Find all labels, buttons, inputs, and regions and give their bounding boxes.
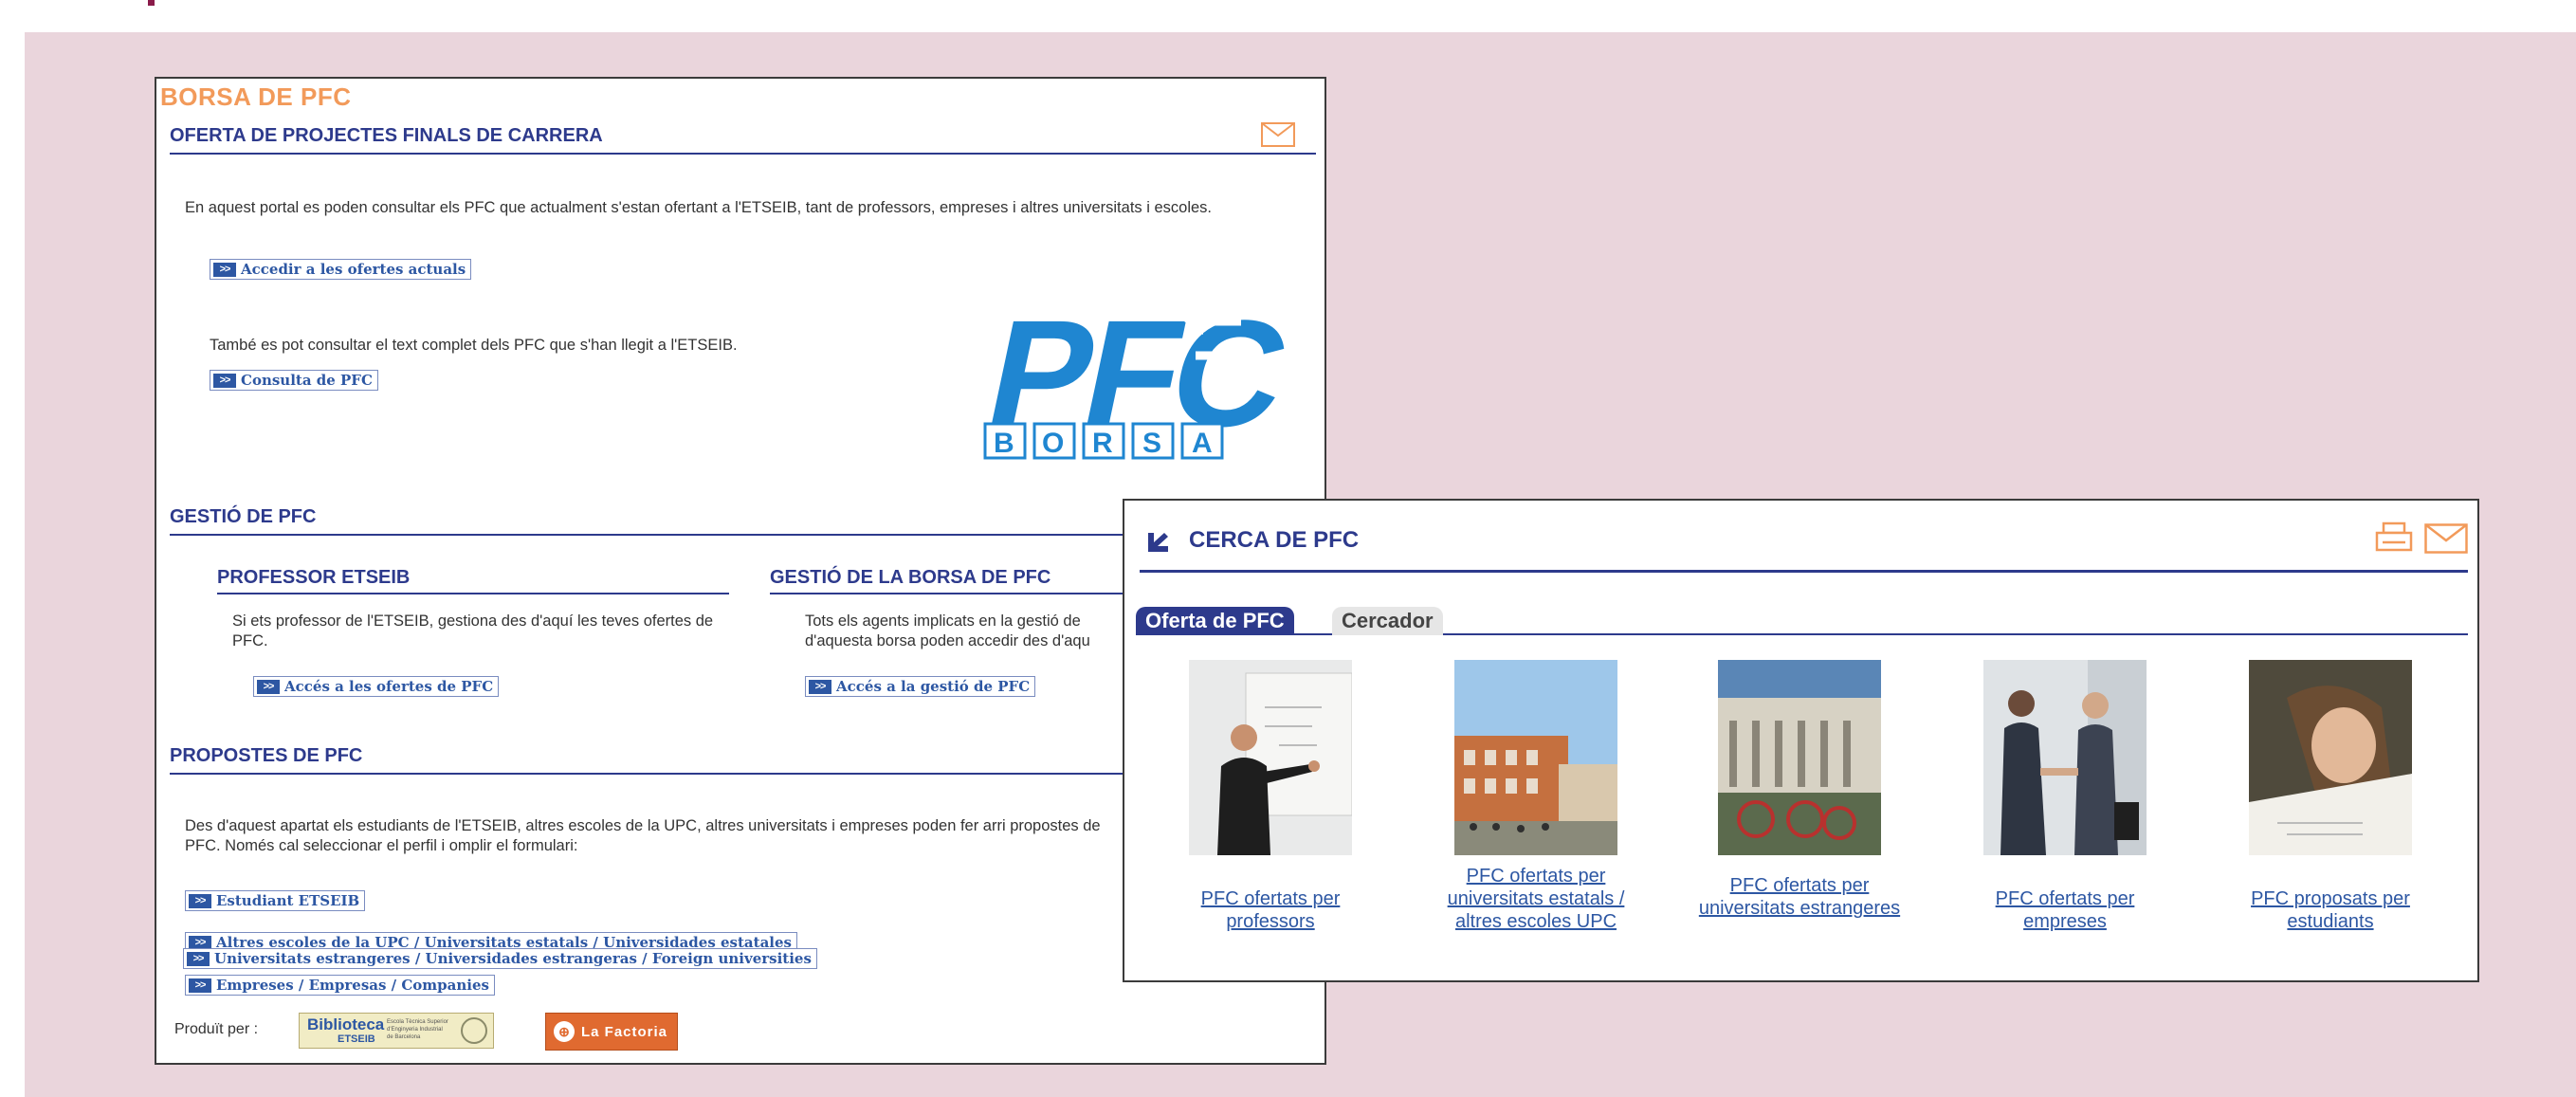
print-icon[interactable] bbox=[2375, 521, 2413, 554]
oferta-intro-text: En aquest portal es poden consultar els … bbox=[185, 199, 1213, 216]
double-arrow-icon: >> bbox=[809, 679, 831, 694]
subsection-header-gestio-borsa: GESTIÓ DE LA BORSA DE PFC bbox=[770, 564, 1130, 594]
professor-text: Si ets professor de l'ETSEIB, gestiona d… bbox=[232, 612, 714, 649]
page-brand-title: BORSA DE PFC bbox=[160, 82, 352, 111]
university-seal-icon bbox=[461, 1017, 487, 1044]
biblio-note: Escola Tècnica Superior d'Enginyeria Ind… bbox=[387, 1019, 448, 1040]
tab-oferta-pfc[interactable]: Oferta de PFC bbox=[1136, 607, 1294, 635]
double-arrow-icon: >> bbox=[189, 893, 211, 908]
double-arrow-icon: >> bbox=[213, 373, 236, 388]
produit-per-label: Produït per : bbox=[174, 1021, 259, 1037]
svg-text:R: R bbox=[1092, 428, 1113, 459]
card-caption[interactable]: PFC proposats per estudiants bbox=[2220, 887, 2440, 933]
card-caption[interactable]: PFC ofertats per empreses bbox=[1955, 887, 2175, 933]
la-factoria-logo[interactable]: ⊕ La Factoria bbox=[545, 1013, 678, 1051]
biblio-sub: ETSEIB bbox=[338, 1033, 375, 1045]
consulta-pfc-link[interactable]: >> Consulta de PFC bbox=[210, 370, 378, 391]
card-caption[interactable]: PFC ofertats per professors bbox=[1160, 887, 1380, 933]
link-label: Universitats estrangeres / Universidades… bbox=[214, 950, 812, 967]
double-arrow-icon: >> bbox=[187, 951, 210, 966]
professor-at-whiteboard-photo bbox=[1189, 660, 1352, 855]
double-arrow-icon: >> bbox=[189, 978, 211, 993]
cerca-header: CERCA DE PFC bbox=[1140, 506, 2468, 573]
mail-icon[interactable] bbox=[1261, 122, 1295, 147]
cerca-tabs: Oferta de PFC Cercador bbox=[1136, 601, 2468, 635]
link-label: Accedir a les ofertes actuals bbox=[241, 261, 466, 278]
link-label: Accés a les ofertes de PFC bbox=[284, 678, 494, 695]
cerca-pfc-panel: CERCA DE PFC Oferta de PFC Cercador PFC … bbox=[1123, 499, 2479, 982]
factoria-globe-icon: ⊕ bbox=[554, 1021, 575, 1042]
link-label: Estudiant ETSEIB bbox=[216, 892, 360, 909]
propostes-link-estrangeres[interactable]: >> Universitats estrangeres / Universida… bbox=[183, 948, 817, 969]
double-arrow-icon: >> bbox=[213, 262, 236, 277]
top-accent-mark bbox=[148, 0, 155, 6]
corner-arrow-icon bbox=[1145, 529, 1172, 554]
accedir-ofertes-link[interactable]: >> Accedir a les ofertes actuals bbox=[210, 259, 472, 280]
svg-text:A: A bbox=[1192, 428, 1213, 459]
factoria-name: La Factoria bbox=[581, 1023, 668, 1040]
subsection-header-professor: PROFESSOR ETSEIB bbox=[217, 564, 729, 594]
business-handshake-photo bbox=[1983, 660, 2147, 855]
card-caption[interactable]: PFC ofertats per universitats estrangere… bbox=[1690, 874, 1909, 920]
borsa-pfc-logo: PFC B O R S A bbox=[977, 290, 1299, 460]
mail-icon[interactable] bbox=[2424, 523, 2468, 554]
link-label: Accés a la gestió de PFC bbox=[836, 678, 1031, 695]
subsection-title-gestio-borsa: GESTIÓ DE LA BORSA DE PFC bbox=[770, 567, 1051, 588]
biblio-name: Biblioteca bbox=[307, 1015, 385, 1033]
section-title-gestio: GESTIÓ DE PFC bbox=[170, 506, 317, 527]
propostes-link-estudiant[interactable]: >> Estudiant ETSEIB bbox=[185, 890, 366, 911]
section-header-oferta: OFERTA DE PROJECTES FINALS DE CARRERA bbox=[170, 119, 1316, 155]
university-building-photo bbox=[1454, 660, 1617, 855]
double-arrow-icon: >> bbox=[257, 679, 280, 694]
student-studying-photo bbox=[2249, 660, 2412, 855]
svg-text:S: S bbox=[1142, 428, 1161, 459]
biblioteca-etseib-logo[interactable]: Biblioteca ETSEIB Escola Tècnica Superio… bbox=[299, 1013, 494, 1049]
subsection-title-professor: PROFESSOR ETSEIB bbox=[217, 567, 411, 588]
link-label: Consulta de PFC bbox=[241, 372, 373, 389]
svg-text:O: O bbox=[1042, 428, 1064, 459]
tab-cercador[interactable]: Cercador bbox=[1332, 607, 1443, 635]
link-label: Empreses / Empresas / Companies bbox=[216, 977, 489, 994]
consulta-text: També es pot consultar el text complet d… bbox=[210, 337, 738, 354]
cerca-title: CERCA DE PFC bbox=[1189, 527, 1360, 553]
svg-text:B: B bbox=[994, 428, 1014, 459]
card-caption[interactable]: PFC ofertats per universitats estatals /… bbox=[1426, 865, 1646, 933]
propostes-link-empreses[interactable]: >> Empreses / Empresas / Companies bbox=[185, 975, 495, 996]
propostes-text: Des d'aquest apartat els estudiants de l… bbox=[185, 817, 1101, 854]
acces-ofertes-pfc-link[interactable]: >> Accés a les ofertes de PFC bbox=[253, 676, 500, 697]
gestio-borsa-text: Tots els agents implicats en la gestió d… bbox=[805, 612, 1090, 649]
section-title-propostes: PROPOSTES DE PFC bbox=[170, 745, 363, 766]
acces-gestio-pfc-link[interactable]: >> Accés a la gestió de PFC bbox=[805, 676, 1036, 697]
foreign-university-bicycles-photo bbox=[1718, 660, 1881, 855]
section-title-oferta: OFERTA DE PROJECTES FINALS DE CARRERA bbox=[170, 125, 603, 146]
